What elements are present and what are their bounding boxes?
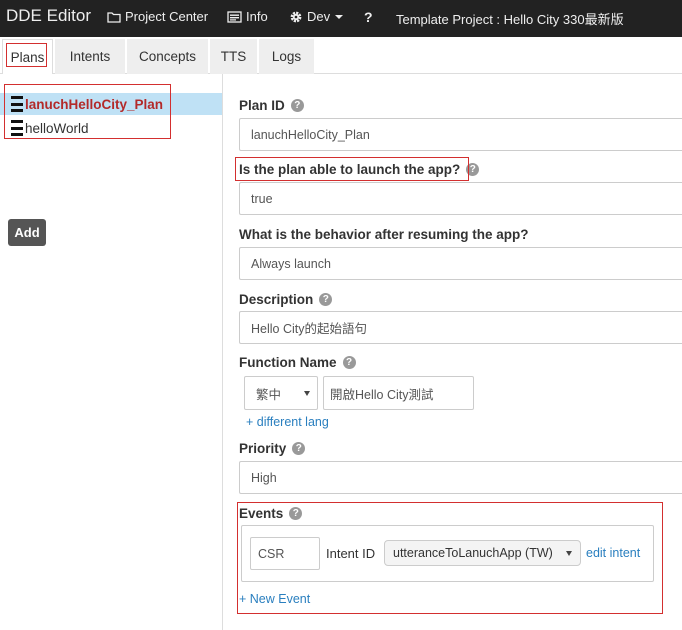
plan-name: helloWorld xyxy=(25,120,89,136)
project-center-link[interactable]: Project Center xyxy=(107,9,208,24)
chevron-down-icon xyxy=(304,390,310,396)
description-input[interactable]: Hello City的起始語句 xyxy=(239,311,682,344)
launch-label: Is the plan able to launch the app? ? xyxy=(239,162,480,177)
plan-list-item[interactable]: helloWorld xyxy=(0,117,222,139)
resume-label: What is the behavior after resuming the … xyxy=(239,227,529,242)
function-name-label-text: Function Name xyxy=(239,355,337,370)
different-lang-link[interactable]: + different lang xyxy=(246,415,329,429)
intent-id-select[interactable]: utteranceToLanuchApp (TW) xyxy=(384,540,581,566)
plan-list-panel: lanuchHelloCity_Plan helloWorld Add xyxy=(0,74,223,630)
plan-id-label-text: Plan ID xyxy=(239,98,285,113)
tab-concepts[interactable]: Concepts xyxy=(127,39,208,74)
chevron-down-icon xyxy=(335,14,344,19)
intent-id-label: Intent ID xyxy=(326,546,376,561)
drag-handle-icon[interactable] xyxy=(11,120,23,136)
launch-select[interactable]: true xyxy=(239,182,682,215)
tab-logs[interactable]: Logs xyxy=(259,39,314,74)
events-label-text: Events xyxy=(239,506,284,521)
priority-select[interactable]: High xyxy=(239,461,682,494)
drag-handle-icon[interactable] xyxy=(11,96,23,112)
description-label-text: Description xyxy=(239,292,314,307)
tab-tts[interactable]: TTS xyxy=(210,39,257,74)
tab-bar: Plans Intents Concepts TTS Logs xyxy=(0,37,682,75)
add-plan-button[interactable]: Add xyxy=(8,219,46,246)
plan-id-input[interactable]: lanuchHelloCity_Plan xyxy=(239,118,682,151)
tab-plans[interactable]: Plans xyxy=(2,39,53,75)
info-label: Info xyxy=(246,9,268,24)
gear-icon xyxy=(290,11,302,22)
dev-dropdown[interactable]: Dev xyxy=(289,9,344,24)
help-icon[interactable]: ? xyxy=(466,163,480,176)
function-lang-value: 繁中 xyxy=(256,387,282,402)
function-name-input[interactable]: 開啟Hello City測試 xyxy=(323,376,474,410)
tab-intents[interactable]: Intents xyxy=(55,39,125,74)
info-link[interactable]: Info xyxy=(227,9,268,24)
top-navbar: DDE Editor Project Center Info Dev ? Tem… xyxy=(0,0,682,37)
help-icon[interactable]: ? xyxy=(319,293,333,306)
plan-list-item-selected[interactable]: lanuchHelloCity_Plan xyxy=(0,93,222,115)
help-icon[interactable]: ? xyxy=(290,99,304,112)
project-center-label: Project Center xyxy=(125,9,209,24)
folder-icon xyxy=(107,11,121,23)
description-label: Description ? xyxy=(239,292,333,307)
intent-id-value: utteranceToLanuchApp (TW) xyxy=(393,546,553,560)
help-link[interactable]: ? xyxy=(364,9,373,25)
info-card-icon xyxy=(227,10,242,23)
function-name-label: Function Name ? xyxy=(239,355,356,370)
dev-label: Dev xyxy=(307,9,331,24)
plan-name: lanuchHelloCity_Plan xyxy=(25,96,164,112)
resume-select[interactable]: Always launch xyxy=(239,247,682,280)
resume-label-text: What is the behavior after resuming the … xyxy=(239,227,529,242)
app-brand[interactable]: DDE Editor xyxy=(6,6,91,26)
help-icon[interactable]: ? xyxy=(342,356,356,369)
project-title: Template Project : Hello City 330最新版 xyxy=(396,12,624,27)
edit-intent-link[interactable]: edit intent xyxy=(586,546,640,560)
plan-id-label: Plan ID ? xyxy=(239,98,304,113)
chevron-down-icon xyxy=(566,550,572,556)
new-event-link[interactable]: + New Event xyxy=(239,592,310,606)
priority-label: Priority ? xyxy=(239,441,306,456)
function-lang-select[interactable]: 繁中 xyxy=(244,376,318,410)
priority-label-text: Priority xyxy=(239,441,287,456)
help-icon[interactable]: ? xyxy=(292,442,306,455)
event-type-input[interactable]: CSR xyxy=(250,537,320,570)
launch-label-text: Is the plan able to launch the app? xyxy=(239,162,461,177)
events-label: Events ? xyxy=(239,506,303,521)
help-icon[interactable]: ? xyxy=(289,507,303,520)
